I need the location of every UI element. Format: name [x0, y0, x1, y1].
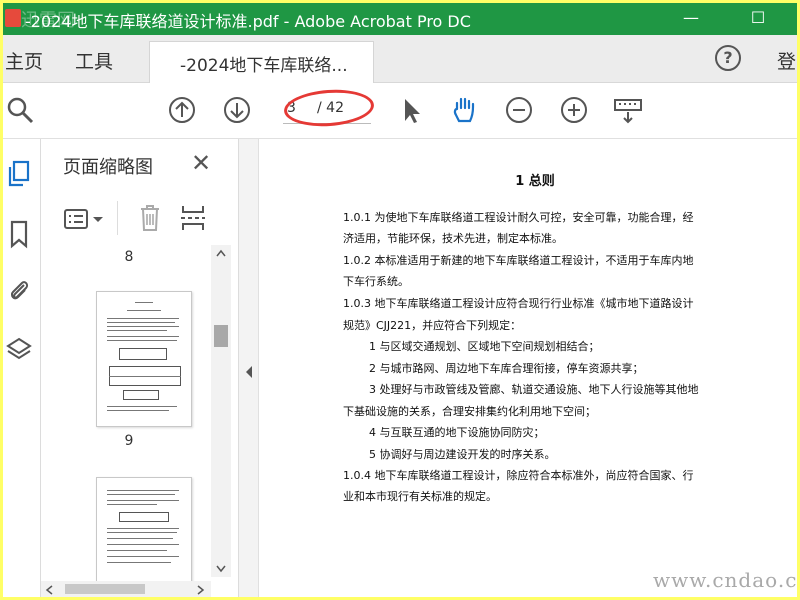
acrobat-logo-icon — [5, 9, 21, 27]
scrollbar-thumb[interactable] — [65, 584, 145, 594]
document-line: 5 协调好与周边建设开发的时序关系。 — [369, 448, 556, 461]
tab-bar: 主页 工具 -2024地下车库联络... ? 登 — [3, 35, 797, 83]
extract-pages-icon[interactable] — [179, 203, 207, 233]
layers-icon[interactable] — [6, 335, 32, 365]
document-line: 4 与互联互通的地下设施协同防灾； — [369, 426, 545, 439]
document-line: 下基础设施的关系，合理安排集约化利用地下空间； — [343, 405, 596, 418]
page-up-icon[interactable] — [167, 95, 197, 125]
zoom-in-icon[interactable] — [559, 95, 589, 125]
tab-document[interactable]: -2024地下车库联络... — [149, 41, 374, 83]
thumbnail-label: 8 — [124, 249, 134, 265]
tab-home[interactable]: 主页 — [5, 47, 43, 74]
toolbar-divider — [117, 201, 118, 235]
panel-title: 页面缩略图 — [63, 157, 153, 178]
page-thumbnail[interactable] — [96, 477, 192, 585]
zoom-out-icon[interactable] — [504, 95, 534, 125]
tab-document-label: -2024地下车库联络... — [180, 56, 348, 76]
page-thumbnail[interactable] — [96, 291, 192, 427]
scroll-right-icon[interactable] — [197, 585, 205, 595]
document-line: 1.0.1 为使地下车库联络道工程设计耐久可控，安全可靠，功能合理，经 — [343, 211, 694, 224]
document-heading: 1 总则 — [515, 174, 555, 189]
scrollbar-thumb[interactable] — [214, 325, 228, 347]
document-viewport[interactable]: 1 总则 1.0.1 为使地下车库联络道工程设计耐久可控，安全可靠，功能合理，经… — [259, 139, 797, 597]
document-line: 1 与区域交通规划、区域地下空间规划相结合； — [369, 340, 600, 353]
panel-close-button[interactable]: ✕ — [191, 149, 211, 177]
thumbnail-horizontal-scrollbar[interactable] — [41, 581, 211, 597]
title-bar: 迅雷网 -2024地下车库联络道设计标准.pdf - Adobe Acrobat… — [3, 3, 797, 35]
thumbnail-panel: 页面缩略图 ✕ 8 9 — [41, 139, 239, 597]
scroll-down-icon[interactable] — [216, 565, 226, 573]
document-page: 1 总则 1.0.1 为使地下车库联络道工程设计耐久可控，安全可靠，功能合理，经… — [259, 139, 797, 597]
document-line: 下车行系统。 — [343, 275, 409, 288]
site-watermark: www.cndao.com — [653, 568, 797, 592]
thumbnails-list: 8 9 — [41, 245, 217, 585]
document-line: 2 与城市路网、周边地下车库合理衔接，停车资源共享； — [369, 362, 644, 375]
scroll-left-icon[interactable] — [45, 585, 53, 595]
document-line: 1.0.4 地下车库联络道工程设计，除应符合本标准外，尚应符合国家、行 — [343, 469, 694, 482]
document-line: 业和本市现行有关标准的规定。 — [343, 490, 497, 503]
scroll-up-icon[interactable] — [216, 249, 226, 257]
toolbar — [3, 83, 797, 139]
document-line: 1.0.3 地下车库联络道工程设计应符合现行行业标准《城市地下道路设计 — [343, 297, 694, 310]
help-button[interactable]: ? — [715, 45, 741, 71]
attachment-icon[interactable] — [6, 275, 32, 305]
keyboard-icon[interactable] — [613, 95, 643, 125]
maximize-button[interactable]: ☐ — [738, 3, 778, 35]
thumbnail-label: 9 — [124, 433, 134, 449]
thumbnail-vertical-scrollbar[interactable] — [211, 245, 231, 577]
bookmark-icon[interactable] — [6, 219, 32, 249]
page-thumbnails-icon[interactable] — [6, 159, 32, 189]
search-icon[interactable] — [5, 95, 35, 125]
document-line: 1.0.2 本标准适用于新建的地下车库联络道工程设计，不适用于车库内地 — [343, 254, 694, 267]
tab-tools[interactable]: 工具 — [75, 47, 113, 74]
document-line: 济适用，节能环保，技术先进，制定本标准。 — [343, 232, 563, 245]
left-rail — [3, 139, 41, 597]
options-menu-icon[interactable] — [63, 207, 107, 231]
minimize-button[interactable]: — — [671, 3, 711, 35]
trash-icon[interactable] — [137, 203, 163, 233]
login-button[interactable]: 登 — [777, 47, 796, 74]
acrobat-window: 迅雷网 -2024地下车库联络道设计标准.pdf - Adobe Acrobat… — [3, 3, 797, 597]
collapse-arrow-icon[interactable] — [245, 365, 253, 379]
panel-toolbar — [41, 195, 239, 243]
document-line: 3 处理好与市政管线及管廊、轨道交通设施、地下人行设施等其他地 — [369, 383, 699, 396]
page-down-icon[interactable] — [222, 95, 252, 125]
document-line: 规范》CJJ221，并应符合下列规定： — [343, 319, 522, 332]
window-title: -2024地下车库联络道设计标准.pdf - Adobe Acrobat Pro… — [25, 12, 471, 31]
hand-icon[interactable] — [449, 95, 479, 125]
panel-collapse-handle[interactable] — [239, 139, 259, 597]
select-cursor-icon[interactable] — [397, 95, 427, 125]
